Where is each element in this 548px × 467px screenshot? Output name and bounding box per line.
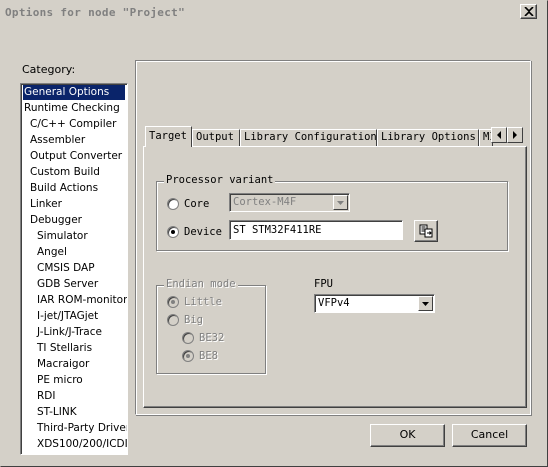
device-label: Device xyxy=(184,226,222,238)
category-label: Category: xyxy=(22,63,76,76)
category-item-xds100-200-icdi[interactable]: XDS100/200/ICDI xyxy=(23,437,127,452)
category-item-iar-rom-monitor[interactable]: IAR ROM-monitor xyxy=(23,293,127,308)
endian-little-label: Little xyxy=(184,296,222,308)
endian-be8-label: BE8 xyxy=(199,350,218,362)
tab-library-configuration[interactable]: Library Configuration xyxy=(240,129,377,147)
category-item-macraigor[interactable]: Macraigor xyxy=(23,357,125,372)
category-item-rdi[interactable]: RDI xyxy=(23,389,125,404)
tab-target[interactable]: Target xyxy=(145,126,192,147)
core-label: Core xyxy=(184,198,210,210)
tab-scroll-left-button[interactable] xyxy=(491,127,507,143)
category-item-j-link-j-trace[interactable]: J-Link/J-Trace xyxy=(23,325,125,340)
core-select[interactable]: Cortex-M4F xyxy=(229,193,350,212)
category-item-assembler[interactable]: Assembler xyxy=(23,133,125,148)
category-item-st-link[interactable]: ST-LINK xyxy=(23,405,125,420)
core-select-value: Cortex-M4F xyxy=(233,196,297,208)
core-select-arrow[interactable] xyxy=(333,195,348,210)
category-item-general-options[interactable]: General Options xyxy=(23,85,125,100)
fpu-select[interactable]: VFPv4 xyxy=(314,294,435,313)
cancel-button[interactable]: Cancel xyxy=(452,424,527,447)
endian-mode-title: Endian mode xyxy=(164,278,238,290)
ok-button[interactable]: OK xyxy=(370,424,445,447)
endian-big-radio[interactable] xyxy=(167,314,179,326)
endian-little-radio[interactable] xyxy=(167,296,179,308)
category-item-custom-build[interactable]: Custom Build xyxy=(23,165,125,180)
category-item-angel[interactable]: Angel xyxy=(23,245,125,260)
chevron-down-icon xyxy=(422,302,429,306)
category-list[interactable]: General Options Runtime Checking C/C++ C… xyxy=(20,83,128,455)
fpu-select-arrow[interactable] xyxy=(418,296,433,311)
category-item-runtime-checking[interactable]: Runtime Checking xyxy=(23,101,125,116)
select-device-button[interactable] xyxy=(414,220,438,242)
category-item-third-party-driver[interactable]: Third-Party Driver xyxy=(23,421,127,436)
endian-be32-radio[interactable] xyxy=(182,332,194,344)
endian-be32-label: BE32 xyxy=(199,332,225,344)
category-item-gdb-server[interactable]: GDB Server xyxy=(23,277,125,292)
device-field[interactable]: ST STM32F411RE xyxy=(229,220,403,240)
tab-library-options[interactable]: Library Options xyxy=(377,129,479,147)
category-item-debugger[interactable]: Debugger xyxy=(23,213,125,228)
category-item-linker[interactable]: Linker xyxy=(23,197,125,212)
category-item-build-actions[interactable]: Build Actions xyxy=(23,181,125,196)
tab-output[interactable]: Output xyxy=(192,129,240,147)
category-item-c-cpp-compiler[interactable]: C/C++ Compiler xyxy=(23,117,125,132)
tab-strip: Target Output Library Configuration Libr… xyxy=(143,126,527,147)
title-bar: Options for node "Project" xyxy=(1,1,547,24)
category-item-simulator[interactable]: Simulator xyxy=(23,229,125,244)
triangle-right-icon xyxy=(513,131,517,139)
close-icon xyxy=(524,7,534,16)
endian-big-label: Big xyxy=(184,314,203,326)
tab-scroll-right-button[interactable] xyxy=(507,127,523,143)
endian-be8-radio[interactable] xyxy=(182,350,194,362)
processor-variant-group: Processor variant xyxy=(156,174,508,251)
device-radio[interactable] xyxy=(167,226,179,238)
fpu-select-value: VFPv4 xyxy=(318,297,350,309)
window-title: Options for node "Project" xyxy=(5,6,185,19)
options-dialog: Options for node "Project" Category: Gen… xyxy=(0,0,548,467)
triangle-left-icon xyxy=(497,131,501,139)
device-list-icon xyxy=(419,224,433,238)
core-radio[interactable] xyxy=(167,198,179,210)
category-item-output-converter[interactable]: Output Converter xyxy=(23,149,125,164)
category-item-cmsis-dap[interactable]: CMSIS DAP xyxy=(23,261,125,276)
close-button[interactable] xyxy=(520,4,537,19)
processor-variant-title: Processor variant xyxy=(164,174,276,186)
category-item-ti-stellaris[interactable]: TI Stellaris xyxy=(23,341,125,356)
fpu-label: FPU xyxy=(314,278,333,290)
chevron-down-icon xyxy=(337,201,344,205)
category-item-pe-micro[interactable]: PE micro xyxy=(23,373,125,388)
category-item-i-jet-jtagjet[interactable]: I-jet/JTAGjet xyxy=(23,309,125,324)
